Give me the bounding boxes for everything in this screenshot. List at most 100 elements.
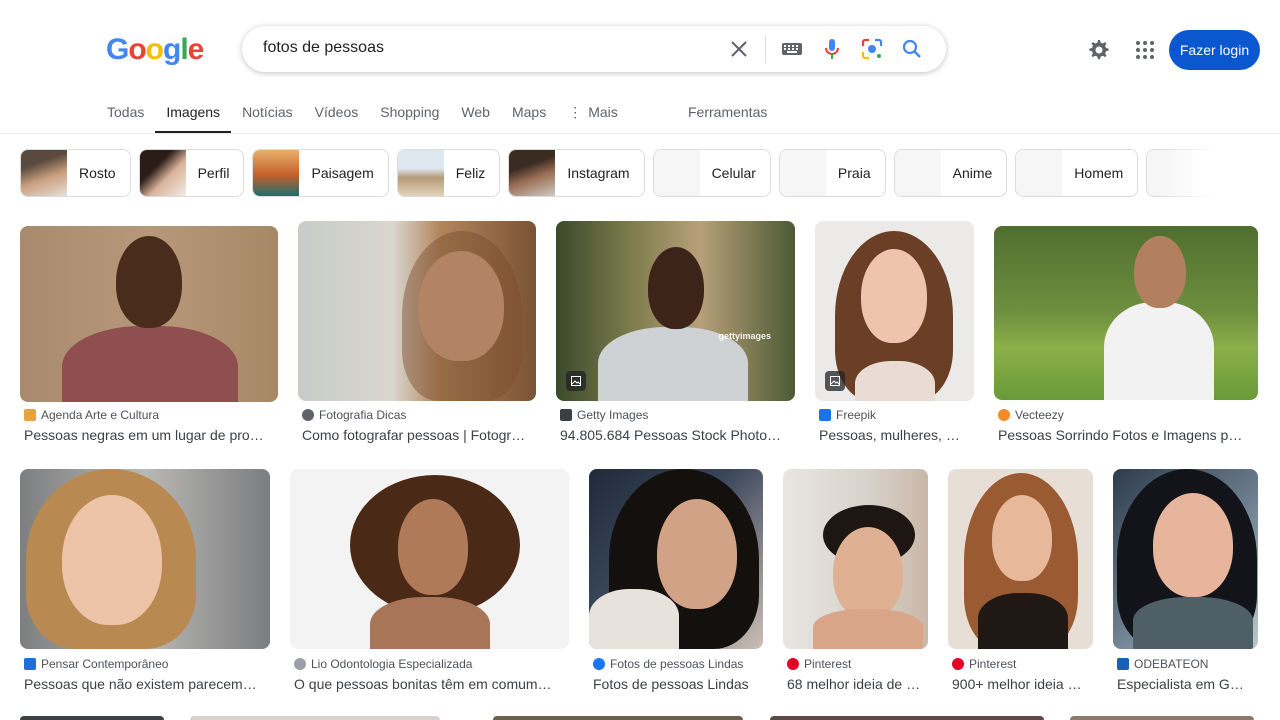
- login-button[interactable]: Fazer login: [1169, 30, 1260, 70]
- google-logo[interactable]: Google: [106, 33, 205, 67]
- tabs-divider: [0, 133, 1280, 134]
- result-source[interactable]: Agenda Arte e Cultura: [24, 408, 159, 422]
- chip-paisagem[interactable]: Paisagem: [252, 149, 389, 197]
- result-source[interactable]: Fotografia Dicas: [302, 408, 406, 422]
- tab-noticias[interactable]: Notícias: [231, 92, 304, 134]
- favicon-icon: [24, 658, 36, 670]
- tab-shopping[interactable]: Shopping: [369, 92, 450, 134]
- keyboard-icon[interactable]: [772, 26, 812, 72]
- logo-letter: g: [163, 33, 181, 66]
- result-title[interactable]: Fotos de pessoas Lindas: [593, 676, 761, 692]
- chip-instagram[interactable]: Instagram: [508, 149, 645, 197]
- favicon-icon: [787, 658, 799, 670]
- favicon-icon: [952, 658, 964, 670]
- next-row-image[interactable]: [493, 716, 743, 720]
- next-row-image[interactable]: [20, 716, 164, 720]
- image-badge-icon: [825, 371, 845, 391]
- chip-thumbnail: [397, 150, 444, 196]
- next-row-image[interactable]: [190, 716, 440, 720]
- result-image[interactable]: [298, 221, 536, 401]
- tab-videos[interactable]: Vídeos: [304, 92, 370, 134]
- chip-thumbnail: [21, 150, 67, 196]
- chip-thumbnail: [779, 150, 826, 196]
- result-title[interactable]: Especialista em G…: [1117, 676, 1256, 692]
- logo-letter: o: [145, 33, 164, 66]
- apps-icon[interactable]: [1132, 37, 1158, 63]
- favicon-icon: [593, 658, 605, 670]
- logo-letter: o: [128, 33, 146, 66]
- result-image[interactable]: gettyimages: [556, 221, 795, 401]
- result-image[interactable]: [20, 226, 278, 402]
- chip-thumbnail: [509, 150, 556, 196]
- favicon-icon: [560, 409, 572, 421]
- favicon-icon: [24, 409, 36, 421]
- chips-fade: [1160, 149, 1216, 197]
- search-input[interactable]: fotos de pessoas: [263, 39, 384, 57]
- tab-web[interactable]: Web: [450, 92, 501, 134]
- chip-homem[interactable]: Homem: [1015, 149, 1139, 197]
- chip-thumbnail: [894, 150, 941, 196]
- chip-thumbnail: [139, 150, 186, 196]
- result-source[interactable]: Pinterest: [787, 657, 851, 671]
- search-tabs: Todas Imagens Notícias Vídeos Shopping W…: [96, 92, 629, 134]
- chip-thumbnail: [653, 150, 700, 196]
- result-title[interactable]: 900+ melhor ideia …: [952, 676, 1091, 692]
- favicon-icon: [294, 658, 306, 670]
- result-source[interactable]: Vecteezy: [998, 408, 1064, 422]
- tab-maps[interactable]: Maps: [501, 92, 557, 134]
- image-badge-icon: [566, 371, 586, 391]
- chip-praia[interactable]: Praia: [778, 149, 886, 197]
- favicon-icon: [1117, 658, 1129, 670]
- favicon-icon: [998, 409, 1010, 421]
- result-image[interactable]: [994, 226, 1258, 400]
- microphone-icon[interactable]: [812, 26, 852, 72]
- chip-thumbnail: [1016, 150, 1063, 196]
- logo-letter: l: [180, 33, 188, 66]
- result-title[interactable]: Pessoas que não existem parecem…: [24, 676, 268, 692]
- logo-letter: e: [187, 33, 205, 66]
- tab-todas[interactable]: Todas: [96, 92, 155, 134]
- lens-icon[interactable]: [852, 26, 892, 72]
- tools-button[interactable]: Ferramentas: [688, 92, 767, 132]
- tab-mais[interactable]: ⋮ Mais: [557, 92, 629, 134]
- chip-thumbnail: [253, 150, 300, 196]
- tab-imagens[interactable]: Imagens: [155, 92, 231, 134]
- clear-icon[interactable]: [719, 26, 759, 72]
- result-image[interactable]: [589, 469, 763, 649]
- result-title[interactable]: Como fotografar pessoas | Fotogr…: [302, 427, 534, 443]
- result-title[interactable]: Pessoas negras em um lugar de pro…: [24, 427, 274, 443]
- logo-letter: G: [106, 33, 129, 66]
- result-title[interactable]: O que pessoas bonitas têm em comum…: [294, 676, 567, 692]
- result-image[interactable]: [948, 469, 1093, 649]
- chip-celular[interactable]: Celular: [652, 149, 771, 197]
- result-source[interactable]: Fotos de pessoas Lindas: [593, 657, 743, 671]
- result-title[interactable]: 94.805.684 Pessoas Stock Photo…: [560, 427, 793, 443]
- chip-feliz[interactable]: Feliz: [396, 149, 501, 197]
- next-row-image[interactable]: [770, 716, 1044, 720]
- search-divider: [765, 35, 766, 63]
- result-source[interactable]: Lio Odontologia Especializada: [294, 657, 472, 671]
- chip-anime[interactable]: Anime: [893, 149, 1008, 197]
- result-image[interactable]: [20, 469, 270, 649]
- chip-perfil[interactable]: Perfil: [138, 149, 245, 197]
- refinement-chips: Rosto Perfil Paisagem Feliz Instagram Ce…: [20, 149, 1216, 197]
- result-source[interactable]: Getty Images: [560, 408, 648, 422]
- search-box[interactable]: fotos de pessoas: [242, 26, 946, 72]
- favicon-icon: [302, 409, 314, 421]
- result-source[interactable]: Pensar Contemporâneo: [24, 657, 168, 671]
- more-vert-icon: ⋮: [568, 104, 583, 120]
- result-source[interactable]: ODEBATEON: [1117, 657, 1208, 671]
- next-row-image[interactable]: [1070, 716, 1254, 720]
- result-image[interactable]: [815, 221, 974, 401]
- result-title[interactable]: Pessoas, mulheres, …: [819, 427, 972, 443]
- gear-icon[interactable]: [1086, 37, 1112, 63]
- result-image[interactable]: [1113, 469, 1258, 649]
- result-source[interactable]: Freepik: [819, 408, 876, 422]
- result-image[interactable]: [783, 469, 928, 649]
- result-source[interactable]: Pinterest: [952, 657, 1016, 671]
- result-title[interactable]: Pessoas Sorrindo Fotos e Imagens p…: [998, 427, 1256, 443]
- result-image[interactable]: [290, 469, 569, 649]
- search-icon[interactable]: [892, 26, 932, 72]
- chip-rosto[interactable]: Rosto: [20, 149, 131, 197]
- result-title[interactable]: 68 melhor ideia de …: [787, 676, 926, 692]
